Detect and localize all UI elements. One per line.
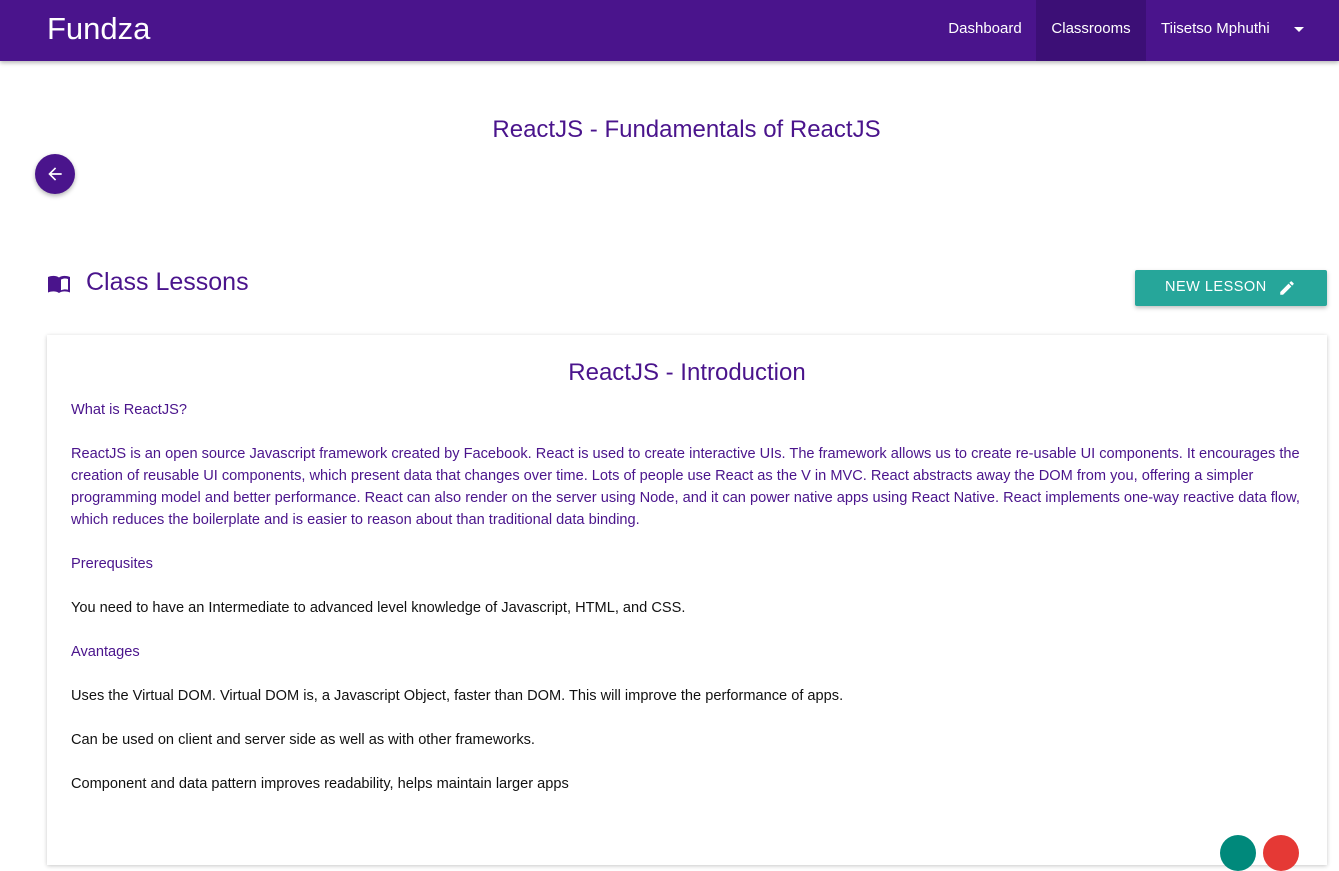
top-navbar: Fundza Dashboard Classrooms Tiisetso Mph… — [0, 0, 1339, 61]
user-name: Tiisetso Mphuthi — [1161, 20, 1270, 37]
lesson-heading-what: What is ReactJS? — [71, 402, 187, 418]
advantage-item: Component and data pattern improves read… — [71, 776, 569, 792]
user-menu-dropdown[interactable]: Tiisetso Mphuthi — [1146, 0, 1339, 61]
lesson-title: ReactJS - Introduction — [568, 359, 806, 386]
book-icon — [48, 275, 70, 293]
lesson-body: What is ReactJS? ReactJS is an open sour… — [71, 399, 1307, 817]
nav-link-dashboard[interactable]: Dashboard — [934, 0, 1036, 61]
lesson-paragraph-prerequisites: You need to have an Intermediate to adva… — [71, 600, 686, 616]
brand-logo[interactable]: Fundza — [47, 10, 150, 48]
nav-link-classrooms[interactable]: Classrooms — [1036, 0, 1146, 61]
arrow-left-icon — [48, 167, 62, 181]
advantage-item: Uses the Virtual DOM. Virtual DOM is, a … — [71, 688, 844, 704]
course-title: ReactJS - Fundamentals of ReactJS — [492, 116, 881, 143]
pencil-icon — [1280, 281, 1294, 295]
new-lesson-button[interactable]: NEW LESSON — [1135, 270, 1327, 306]
back-button[interactable] — [35, 154, 75, 194]
section-title: Class Lessons — [86, 268, 249, 296]
lesson-card: ReactJS - Introduction What is ReactJS? … — [47, 335, 1327, 871]
lesson-paragraph-what: ReactJS is an open source Javascript fra… — [71, 446, 1300, 528]
edit-lesson-fab[interactable] — [1220, 835, 1256, 871]
lesson-heading-prerequisites: Prerequsites — [71, 556, 153, 572]
delete-lesson-fab[interactable] — [1263, 835, 1299, 871]
caret-down-icon — [1294, 27, 1304, 32]
advantage-item: Can be used on client and server side as… — [71, 732, 535, 748]
new-lesson-label: NEW LESSON — [1165, 279, 1267, 295]
lesson-heading-advantages: Avantages — [71, 644, 140, 660]
